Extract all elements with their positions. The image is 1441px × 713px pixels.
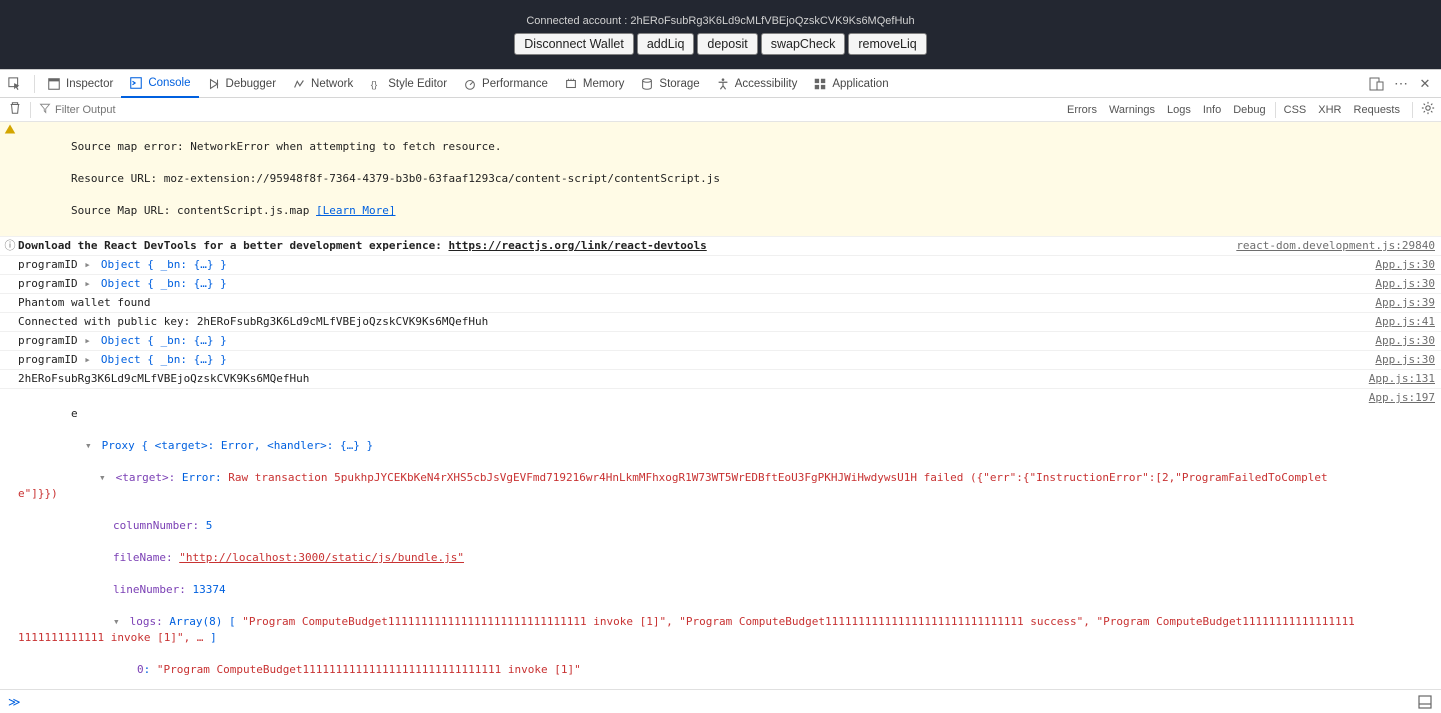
collapse-icon[interactable]: ▾ [85,438,95,454]
log-warning: Source map error: NetworkError when atte… [0,122,1441,237]
tab-network[interactable]: Network [284,70,361,97]
split-console-icon[interactable] [1417,694,1433,710]
console-filter-bar: Errors Warnings Logs Info Debug CSS XHR … [0,98,1441,122]
collapse-icon[interactable]: ▾ [99,470,109,486]
log-line: programID ▸ Object { _bn: {…} } App.js:3… [0,256,1441,275]
collapse-icon[interactable]: ▾ [113,614,123,630]
tab-accessibility[interactable]: Accessibility [708,70,806,97]
source-link[interactable]: App.js:131 [1357,370,1435,388]
addliq-button[interactable]: addLiq [637,33,695,55]
log-info: ⓘ Download the React DevTools for a bett… [0,237,1441,256]
log-line: programID ▸ Object { _bn: {…} } App.js:3… [0,351,1441,370]
log-line: e ▾ Proxy { <target>: Error, <handler>: … [0,389,1441,690]
learn-more-link[interactable]: [Learn More] [316,204,395,217]
app-header: Connected account : 2hERoFsubRg3K6Ld9cML… [0,0,1441,69]
filter-debug[interactable]: Debug [1227,102,1271,118]
pick-element-button[interactable] [0,70,30,97]
close-devtools-icon[interactable]: ✕ [1417,76,1433,92]
tab-memory[interactable]: Memory [556,70,633,97]
info-icon: ⓘ [5,238,16,255]
responsive-design-icon[interactable] [1369,76,1385,92]
prompt-indicator: ≫ [8,695,21,709]
source-link[interactable]: App.js:41 [1363,313,1435,331]
clear-console-icon[interactable] [0,101,30,118]
source-link[interactable]: App.js:39 [1363,294,1435,312]
expand-icon[interactable]: ▸ [84,257,94,273]
removeliq-button[interactable]: removeLiq [848,33,926,55]
filter-info[interactable]: Info [1197,102,1227,118]
console-input-bar[interactable]: ≫ [0,689,1441,713]
tab-debugger[interactable]: Debugger [199,70,285,97]
more-tools-icon[interactable]: ⋯ [1393,76,1409,92]
source-link[interactable]: react-dom.development.js:29840 [1224,237,1435,255]
tab-inspector[interactable]: Inspector [39,70,121,97]
filter-xhr[interactable]: XHR [1312,102,1347,118]
filter-output-input[interactable] [55,104,255,116]
filter-errors[interactable]: Errors [1061,102,1103,118]
filter-requests[interactable]: Requests [1348,102,1406,118]
devtools-tabs: Inspector Console Debugger Network {}Sty… [0,70,1441,98]
expand-icon[interactable]: ▸ [84,352,94,368]
source-link[interactable]: App.js:30 [1363,256,1435,274]
tab-performance[interactable]: Performance [455,70,556,97]
react-devtools-link[interactable]: https://reactjs.org/link/react-devtools [448,239,706,252]
log-line: programID ▸ Object { _bn: {…} } App.js:3… [0,275,1441,294]
console-output[interactable]: Source map error: NetworkError when atte… [0,122,1441,690]
source-link[interactable]: App.js:197 [1357,389,1435,690]
devtools-panel: Inspector Console Debugger Network {}Sty… [0,69,1441,713]
svg-text:{}: {} [371,79,378,90]
tab-style-editor[interactable]: {}Style Editor [361,70,455,97]
log-line: Connected with public key: 2hERoFsubRg3K… [0,313,1441,332]
tab-console[interactable]: Console [121,71,198,98]
log-line: 2hERoFsubRg3K6Ld9cMLfVBEjoQzskCVK9Ks6MQe… [0,370,1441,389]
disconnect-wallet-button[interactable]: Disconnect Wallet [514,33,634,55]
console-settings-icon[interactable] [1415,101,1441,118]
swapcheck-button[interactable]: swapCheck [761,33,846,55]
app-button-row: Disconnect Wallet addLiq deposit swapChe… [514,33,926,55]
log-line: programID ▸ Object { _bn: {…} } App.js:3… [0,332,1441,351]
filter-warnings[interactable]: Warnings [1103,102,1161,118]
expand-icon[interactable]: ▸ [84,276,94,292]
deposit-button[interactable]: deposit [697,33,757,55]
tab-storage[interactable]: Storage [632,70,707,97]
source-link[interactable]: App.js:30 [1363,351,1435,369]
filter-logs[interactable]: Logs [1161,102,1197,118]
source-link[interactable]: App.js:30 [1363,275,1435,293]
connected-account-label: Connected account : 2hERoFsubRg3K6Ld9cML… [526,15,914,27]
tab-application[interactable]: Application [805,70,896,97]
filter-css[interactable]: CSS [1275,102,1313,118]
source-link[interactable]: App.js:30 [1363,332,1435,350]
log-line: Phantom wallet found App.js:39 [0,294,1441,313]
expand-icon[interactable]: ▸ [84,333,94,349]
warning-icon [4,123,16,135]
filter-icon [37,102,55,117]
